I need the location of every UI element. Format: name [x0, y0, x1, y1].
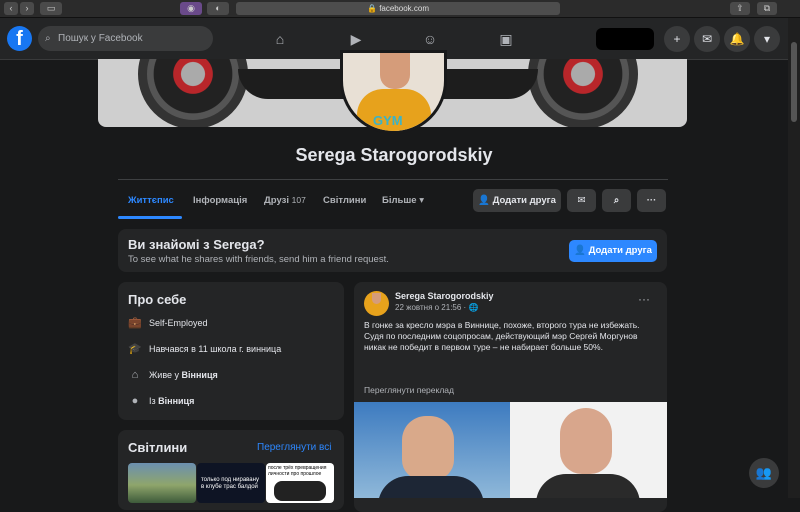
person-suit-left	[378, 476, 484, 498]
photo-thumb-club[interactable]: только под ниравану в клубе трас балдой	[197, 463, 265, 503]
tab-about[interactable]: Інформація	[193, 195, 247, 206]
post-text: В гонке за кресло мэра в Виннице, похоже…	[364, 320, 659, 353]
person-face-right	[560, 408, 612, 474]
friends-count: 107	[291, 195, 306, 205]
share-icon[interactable]: ⇪	[730, 2, 750, 15]
motorcycle-wheel-left	[138, 59, 248, 127]
intro-from-city[interactable]: Вінниця	[158, 396, 194, 406]
post-photo-left[interactable]	[354, 402, 510, 498]
photos-title: Світлини	[128, 440, 188, 455]
profile-name: Serega Starogorodskiy	[295, 145, 493, 165]
intro-education-text: Навчався в 11 школа г. винница	[149, 344, 282, 354]
briefcase-icon: 💼	[128, 317, 142, 329]
search-icon: ⌕	[45, 33, 51, 44]
url-text: facebook.com	[379, 4, 429, 13]
back-icon[interactable]: ‹	[4, 2, 18, 15]
post-photo-right[interactable]	[510, 402, 667, 498]
intro-work-text: Self-Employed	[149, 318, 208, 328]
intro-item-education: 🎓 Навчався в 11 школа г. винница	[128, 342, 281, 356]
see-translation-link[interactable]: Переглянути переклад	[364, 385, 454, 395]
messenger-icon[interactable]: ✉	[694, 26, 720, 52]
profile-avatar[interactable]: GYM	[340, 50, 447, 134]
message-button[interactable]: ✉	[567, 189, 596, 212]
know-card-title: Ви знайомі з Serega?	[128, 237, 265, 252]
add-person-icon: 👤	[478, 195, 490, 206]
know-card-subtitle: To see what he shares with friends, send…	[128, 254, 389, 265]
watch-icon[interactable]: ▶	[344, 27, 368, 51]
facebook-logo-icon[interactable]: f	[7, 26, 32, 51]
post-meta: 22 жовтня о 21:56 · 🌐	[395, 303, 479, 312]
messenger-icon: ✉	[577, 195, 586, 206]
account-menu-icon[interactable]: ▾	[754, 26, 780, 52]
intro-lives-city[interactable]: Вінниця	[182, 370, 218, 380]
tab-more-label: Більше	[382, 195, 417, 206]
lock-icon: 🔒	[366, 4, 377, 13]
gaming-icon[interactable]: ▣	[494, 27, 518, 51]
page-scrollbar[interactable]	[788, 18, 800, 498]
post-line-2: Судя по последним соцопросам, действующи…	[364, 331, 638, 352]
sidebar-icon[interactable]: ▭	[40, 2, 62, 15]
post-line-1: В гонке за кресло мэра в Виннице, похоже…	[364, 320, 640, 330]
tabs-icon[interactable]: ⧉	[757, 2, 777, 15]
groups-icon[interactable]: ☺	[418, 27, 442, 51]
person-face-left	[402, 416, 454, 480]
add-person-icon: 👤	[574, 245, 586, 256]
person-suit-right	[536, 474, 640, 498]
active-tab-indicator	[118, 216, 182, 219]
new-message-people-icon[interactable]: 👥	[749, 458, 779, 488]
shirt-print: GYM	[373, 113, 403, 128]
intro-from-prefix: Із	[149, 396, 156, 406]
create-icon[interactable]: +	[664, 26, 690, 52]
tab-friends-label: Друзі	[264, 195, 289, 206]
tab-photos[interactable]: Світлини	[323, 195, 366, 206]
thumb-caption-meme: после трёх превращения личности про прош…	[268, 465, 327, 477]
redacted-profile-chip[interactable]	[596, 28, 654, 50]
profile-divider	[118, 179, 668, 180]
photo-thumb-landscape[interactable]	[128, 463, 196, 503]
extension-icon[interactable]: ◉	[180, 2, 202, 15]
avatar-head	[380, 53, 410, 89]
search-icon: ⌕	[613, 195, 620, 206]
intro-lives-prefix: Живе у	[149, 370, 180, 380]
post-options-ellipsis-icon[interactable]: ···	[638, 292, 650, 306]
scrollbar-thumb[interactable]	[791, 42, 797, 122]
intro-item-work: 💼 Self-Employed	[128, 316, 208, 330]
forward-icon[interactable]: ›	[20, 2, 34, 15]
tab-more[interactable]: Більше ▾	[382, 195, 424, 206]
browser-toolbar: ‹ › ▭ ◉ ◐ 🔒 facebook.com ⇪ ⧉	[0, 0, 800, 18]
post-date[interactable]: 22 жовтня о 21:56	[395, 303, 461, 312]
tab-friends[interactable]: Друзі 107	[264, 195, 306, 206]
privacy-icon[interactable]: ◐	[207, 2, 229, 15]
ellipsis-icon: ···	[646, 195, 657, 206]
public-globe-icon: 🌐	[468, 303, 479, 312]
location-pin-icon: ●	[131, 395, 139, 407]
add-friend-button[interactable]: 👤 Додати друга	[473, 189, 561, 212]
photo-thumb-meme[interactable]: после трёх превращения личности про прош…	[266, 463, 334, 503]
avatar-face	[372, 293, 381, 304]
more-options-button[interactable]: ···	[637, 189, 666, 212]
post-author-name[interactable]: Serega Starogorodskiy	[395, 291, 494, 301]
meme-image	[274, 481, 326, 501]
address-bar[interactable]: 🔒 facebook.com	[236, 2, 560, 15]
add-friend-label: Додати друга	[492, 195, 556, 206]
caret-down-icon: ▾	[419, 195, 424, 206]
intro-title: Про себе	[128, 292, 187, 307]
search-input[interactable]: ⌕ Пошук у Facebook	[38, 26, 213, 51]
see-all-photos-link[interactable]: Переглянути всі	[257, 442, 331, 453]
search-placeholder: Пошук у Facebook	[58, 33, 143, 44]
home-icon: ⌂	[131, 369, 139, 381]
post-author-avatar[interactable]	[364, 291, 389, 316]
search-profile-button[interactable]: ⌕	[602, 189, 631, 212]
home-icon[interactable]: ⌂	[268, 27, 292, 51]
know-card-add-friend-button[interactable]: 👤 Додати друга	[569, 240, 657, 262]
motorcycle-wheel-right	[528, 59, 638, 127]
graduation-cap-icon: 🎓	[128, 343, 142, 355]
notifications-icon[interactable]: 🔔	[724, 26, 750, 52]
intro-item-lives: ⌂ Живе у Вінниця	[128, 368, 218, 382]
intro-item-from: ● Із Вінниця	[128, 394, 195, 408]
thumb-caption-club: только под ниравану в клубе трас балдой	[201, 477, 259, 490]
know-card-button-label: Додати друга	[588, 245, 652, 256]
tab-timeline[interactable]: Життєпис	[128, 195, 174, 206]
